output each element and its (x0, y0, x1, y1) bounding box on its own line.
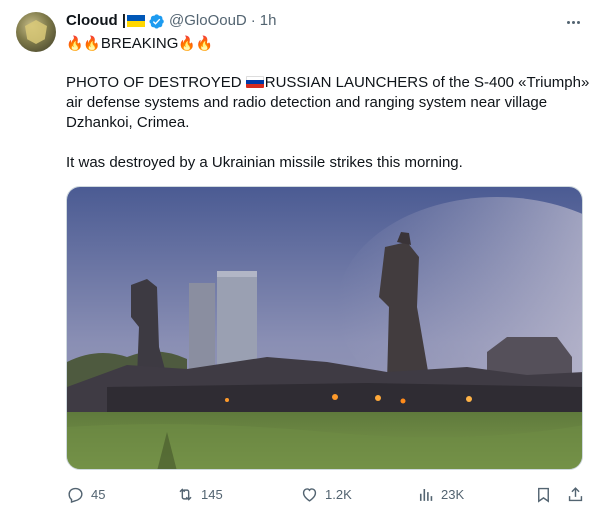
ukraine-flag (127, 15, 146, 27)
russia-flag (245, 76, 264, 88)
separator-dot: · (250, 12, 256, 29)
tweet-header: Clooud | @GloOouD · 1h (66, 11, 276, 31)
views-button[interactable]: 23K (416, 480, 464, 508)
tweet-actions: 45 145 1.2K 23K (66, 480, 586, 508)
like-button[interactable]: 1.2K (300, 480, 352, 508)
verified-badge-icon[interactable] (148, 13, 165, 30)
bookmark-button[interactable] (534, 480, 553, 508)
paragraph-1-start: PHOTO OF DESTROYED (66, 74, 246, 91)
tweet: Clooud | @GloOouD · 1h 🔥🔥BREAKING🔥🔥 PHOT… (0, 0, 595, 518)
share-icon (568, 486, 583, 501)
timestamp[interactable]: 1h (260, 11, 277, 31)
views-count: 23K (441, 486, 465, 502)
tweet-text-paragraph-1: PHOTO OF DESTROYED RUSSIAN LAUNCHERS of … (66, 73, 589, 133)
tweet-text-paragraph-2: It was destroyed by a Ukrainian missile … (66, 153, 586, 173)
avatar-emblem (25, 20, 47, 44)
repost-icon (179, 487, 192, 501)
destroyed-launchers-photo (67, 187, 582, 469)
like-count: 1.2K (325, 486, 352, 502)
share-button[interactable] (566, 480, 585, 508)
paragraph-1-line-3: Dzhankoi, Crimea. (66, 114, 190, 131)
repost-button[interactable]: 145 (176, 480, 223, 508)
paragraph-1-line-2: air defense systems and radio detection … (66, 94, 548, 111)
more-icon[interactable] (563, 12, 583, 32)
reply-count: 45 (91, 486, 106, 502)
fire-emoji: 🔥🔥 (178, 35, 214, 51)
like-icon (302, 487, 317, 502)
paragraph-1-rest: RUSSIAN LAUNCHERS of the S-400 «Triumph» (264, 74, 590, 91)
reply-button[interactable]: 45 (66, 480, 105, 508)
fire-emoji: 🔥🔥 (66, 35, 101, 51)
avatar[interactable] (16, 12, 56, 52)
bookmark-icon (538, 487, 549, 503)
handle[interactable]: @GloOouD (169, 11, 247, 31)
views-icon (419, 488, 433, 501)
repost-count: 145 (201, 486, 223, 502)
tweet-photo[interactable] (66, 186, 583, 470)
headline: BREAKING (100, 35, 179, 52)
paragraph-2: It was destroyed by a Ukrainian missile … (66, 154, 463, 171)
reply-icon (68, 487, 83, 503)
tweet-text-headline: 🔥🔥BREAKING🔥🔥 (66, 33, 586, 54)
display-name[interactable]: Clooud | (66, 11, 126, 31)
